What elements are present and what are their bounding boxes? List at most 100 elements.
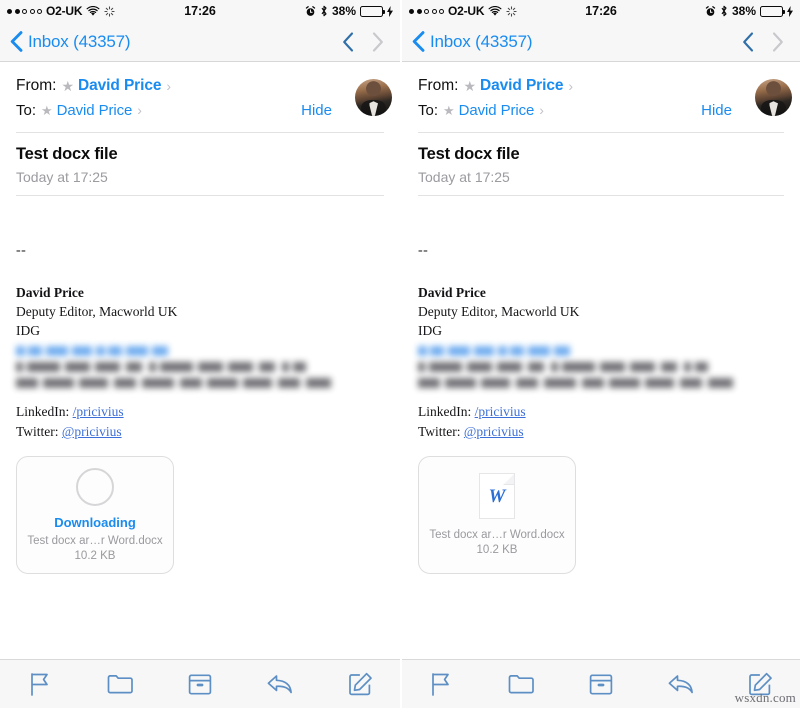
attachment-downloaded[interactable]: W Test docx ar…r Word.docx 10.2 KB <box>418 455 576 574</box>
message-header-left: From: ★ David Price › To: ★ David Price … <box>0 62 400 132</box>
star-icon: ★ <box>41 102 53 118</box>
star-icon: ★ <box>61 78 75 94</box>
twitter-row: Twitter: @pricivius <box>16 422 384 442</box>
chevron-up-icon[interactable] <box>342 31 354 52</box>
bluetooth-icon <box>721 5 727 17</box>
bottom-toolbar-left <box>0 659 400 708</box>
wifi-icon <box>488 5 502 16</box>
attachment-file-name: Test docx ar…r Word.docx <box>27 534 163 547</box>
twitter-link[interactable]: @pricivius <box>464 424 524 439</box>
linkedin-row: LinkedIn: /pricivius <box>16 402 384 422</box>
signal-strength-icon <box>7 8 42 14</box>
social-links: LinkedIn: /pricivius Twitter: @pricivius <box>418 402 784 441</box>
from-sender-name[interactable]: David Price <box>480 77 563 95</box>
chevron-right-icon: › <box>166 78 172 94</box>
battery-percentage: 38% <box>331 4 357 18</box>
redacted-contact-info <box>418 346 784 389</box>
to-recipient-name[interactable]: David Price <box>57 102 133 119</box>
flag-button[interactable] <box>419 664 465 704</box>
site-watermark: wsxdn.com <box>734 690 796 705</box>
signature-name: David Price <box>16 285 84 300</box>
from-row[interactable]: From: ★ David Price › <box>418 74 784 98</box>
message-date: Today at 17:25 <box>16 169 108 185</box>
activity-spinner-icon <box>104 5 115 17</box>
star-icon: ★ <box>463 78 477 94</box>
status-bar-right: O2-UK 17:26 38% <box>402 0 800 22</box>
folder-icon <box>107 675 133 694</box>
move-to-folder-button[interactable] <box>97 664 143 704</box>
attachment-file-size: 10.2 KB <box>476 544 518 557</box>
back-label: Inbox (43357) <box>28 31 131 51</box>
back-label: Inbox (43357) <box>430 31 533 51</box>
avatar[interactable] <box>355 79 392 116</box>
redacted-address-line <box>418 378 733 389</box>
linkedin-label: LinkedIn: <box>418 404 472 420</box>
hide-details-button[interactable]: Hide <box>701 102 732 119</box>
archive-button[interactable] <box>177 664 223 704</box>
progress-ring-icon <box>76 467 114 506</box>
signature-title: Deputy Editor, Macworld UK <box>418 304 580 320</box>
attachment-downloading[interactable]: Downloading Test docx ar…r Word.docx 10.… <box>16 455 174 574</box>
avatar[interactable] <box>755 79 792 116</box>
reply-icon <box>267 674 292 693</box>
attachment-file-name: Test docx ar…r Word.docx <box>429 529 565 542</box>
signature-separator: -- <box>418 243 429 258</box>
twitter-link[interactable]: @pricivius <box>62 424 122 439</box>
battery-icon <box>760 5 786 17</box>
to-recipient-name[interactable]: David Price <box>459 102 535 119</box>
message-header-right: From: ★ David Price › To: ★ David Price … <box>402 62 800 132</box>
twitter-label: Twitter: <box>418 424 461 440</box>
hide-details-button[interactable]: Hide <box>301 102 332 119</box>
reply-button[interactable] <box>257 664 303 704</box>
activity-spinner-icon <box>506 5 517 17</box>
chevron-up-icon[interactable] <box>742 31 754 52</box>
archive-button[interactable] <box>578 664 624 704</box>
reply-icon <box>668 674 693 693</box>
alarm-clock-icon <box>305 5 316 16</box>
redacted-address-line <box>16 378 331 389</box>
mail-screen-left: O2-UK 17:26 38% Inbox (43357) From: ★ Da… <box>0 0 400 708</box>
signature-separator: -- <box>16 243 27 258</box>
reply-button[interactable] <box>658 664 704 704</box>
flag-icon <box>432 672 450 696</box>
message-body-left[interactable]: -- David Price Deputy Editor, Macworld U… <box>0 196 400 659</box>
linkedin-link[interactable]: /pricivius <box>475 404 526 419</box>
back-to-inbox-button[interactable]: Inbox (43357) <box>412 31 533 52</box>
word-glyph: W <box>488 485 506 507</box>
message-body-right[interactable]: -- David Price Deputy Editor, Macworld U… <box>402 196 800 659</box>
redacted-phone-line <box>418 362 708 373</box>
chevron-right-icon: › <box>539 102 544 118</box>
message-date: Today at 17:25 <box>418 169 510 185</box>
subject-block-right: Test docx file Today at 17:25 <box>402 133 800 195</box>
signature-company: IDG <box>16 323 40 339</box>
screenshot-stage: O2-UK 17:26 38% Inbox (43357) From: ★ Da… <box>0 0 800 708</box>
clock-time: 17:26 <box>585 4 617 18</box>
attachment-status-label: Downloading <box>54 514 136 530</box>
signature-block: David Price Deputy Editor, Macworld UK I… <box>418 283 784 340</box>
signature-name: David Price <box>418 285 486 300</box>
star-icon: ★ <box>443 102 455 118</box>
from-label: From: <box>16 77 57 94</box>
navigation-bar-left: Inbox (43357) <box>0 22 400 62</box>
linkedin-link[interactable]: /pricivius <box>73 404 124 419</box>
redacted-email-line <box>16 346 168 357</box>
chevron-left-icon <box>412 31 425 52</box>
flag-button[interactable] <box>17 664 63 704</box>
chevron-down-icon <box>772 31 783 52</box>
archive-icon <box>589 673 613 695</box>
from-label: From: <box>418 77 459 94</box>
subject-block-left: Test docx file Today at 17:25 <box>0 133 400 195</box>
lightning-bolt-icon <box>387 5 394 17</box>
move-to-folder-button[interactable] <box>498 664 544 704</box>
compose-icon <box>348 672 372 695</box>
from-row[interactable]: From: ★ David Price › <box>16 74 384 98</box>
twitter-label: Twitter: <box>16 424 59 440</box>
navigation-bar-right: Inbox (43357) <box>402 22 800 62</box>
from-sender-name[interactable]: David Price <box>78 77 161 95</box>
redacted-contact-info <box>16 346 384 389</box>
carrier-label: O2-UK <box>448 4 485 18</box>
lightning-bolt-icon <box>787 5 794 17</box>
compose-button[interactable] <box>337 664 383 704</box>
signature-company: IDG <box>418 323 442 339</box>
back-to-inbox-button[interactable]: Inbox (43357) <box>10 31 131 52</box>
